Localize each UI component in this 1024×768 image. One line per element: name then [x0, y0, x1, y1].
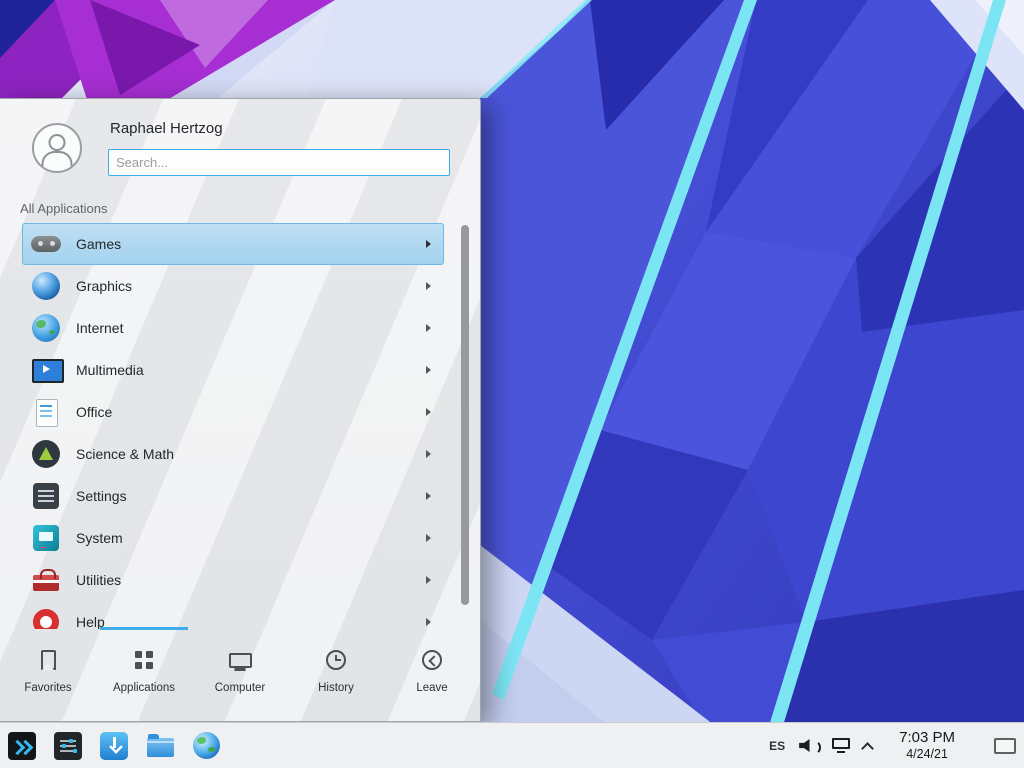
clock-time: 7:03 PM	[899, 729, 955, 747]
submenu-arrow-icon	[426, 492, 431, 500]
category-icon	[30, 438, 62, 470]
submenu-arrow-icon	[426, 324, 431, 332]
taskbar-app-icons	[0, 731, 221, 761]
app-icon	[8, 732, 36, 760]
volume-icon[interactable]	[798, 737, 819, 754]
system-tray: ES 7:03 PM 4/24/21	[769, 729, 1024, 762]
tab-icon-wrap	[41, 647, 56, 673]
tab-icon	[135, 651, 153, 669]
section-label: All Applications	[20, 201, 107, 216]
category-icon	[30, 522, 62, 554]
category-icon	[30, 354, 62, 386]
tab-icon-wrap	[326, 647, 346, 673]
app-icon	[100, 732, 128, 760]
tab-icon	[41, 650, 56, 670]
submenu-arrow-icon	[426, 618, 431, 626]
category-icon	[30, 480, 62, 512]
tab-label: Applications	[113, 682, 175, 694]
category-internet[interactable]: Internet	[22, 307, 444, 349]
tab-label: Leave	[416, 682, 447, 694]
taskbar: ES 7:03 PM 4/24/21	[0, 722, 1024, 768]
taskbar-icon-terminal[interactable]	[53, 731, 83, 761]
category-label: Science & Math	[76, 446, 174, 462]
tab-label: Computer	[215, 682, 266, 694]
submenu-arrow-icon	[426, 366, 431, 374]
scrollbar[interactable]	[461, 225, 469, 605]
category-icon	[30, 396, 62, 428]
category-label: Multimedia	[76, 362, 144, 378]
app-icon	[54, 732, 82, 760]
app-icon	[193, 732, 220, 759]
category-science[interactable]: Science & Math	[22, 433, 444, 475]
category-label: System	[76, 530, 123, 546]
taskbar-icon-kickoff[interactable]	[7, 731, 37, 761]
category-label: Internet	[76, 320, 123, 336]
launcher-tab-applications[interactable]: Applications	[96, 627, 192, 721]
launcher-tab-favorites[interactable]: Favorites	[0, 627, 96, 721]
tab-icon-wrap	[422, 647, 442, 673]
category-utilities[interactable]: Utilities	[22, 559, 444, 601]
tab-label: Favorites	[24, 682, 71, 694]
tab-icon-wrap	[135, 647, 153, 673]
category-graphics[interactable]: Graphics	[22, 265, 444, 307]
category-icon	[30, 606, 62, 629]
category-system[interactable]: System	[22, 517, 444, 559]
category-label: Games	[76, 236, 121, 252]
network-icon[interactable]	[832, 738, 850, 753]
submenu-arrow-icon	[426, 408, 431, 416]
clock-date: 4/24/21	[906, 747, 948, 762]
taskbar-icon-discover[interactable]	[99, 731, 129, 761]
tray-expander-icon[interactable]	[861, 742, 874, 755]
keyboard-layout-indicator[interactable]: ES	[769, 739, 785, 753]
submenu-arrow-icon	[426, 576, 431, 584]
category-label: Settings	[76, 488, 127, 504]
category-list: Games Graphics Internet Multimedia	[0, 223, 480, 629]
submenu-arrow-icon	[426, 534, 431, 542]
tab-label: History	[318, 682, 354, 694]
category-games[interactable]: Games	[22, 223, 444, 265]
user-name: Raphael Hertzog	[110, 120, 223, 137]
launcher-tab-leave[interactable]: Leave	[384, 627, 480, 721]
tab-icon	[326, 650, 346, 670]
app-icon	[147, 738, 174, 757]
tab-icon-wrap	[229, 647, 252, 673]
digital-clock[interactable]: 7:03 PM 4/24/21	[899, 729, 955, 762]
category-icon	[30, 228, 62, 260]
submenu-arrow-icon	[426, 282, 431, 290]
category-help[interactable]: Help	[22, 601, 444, 629]
submenu-arrow-icon	[426, 450, 431, 458]
category-icon	[30, 270, 62, 302]
category-icon	[30, 564, 62, 596]
launcher-tab-bar: Favorites Applications Computer	[0, 627, 480, 721]
launcher-tab-computer[interactable]: Computer	[192, 627, 288, 721]
show-desktop-button[interactable]	[994, 738, 1016, 754]
category-icon	[30, 312, 62, 344]
submenu-arrow-icon	[426, 240, 431, 248]
category-settings[interactable]: Settings	[22, 475, 444, 517]
taskbar-icon-folder[interactable]	[145, 731, 175, 761]
user-avatar[interactable]	[32, 123, 82, 173]
category-label: Office	[76, 404, 112, 420]
search-input[interactable]	[108, 149, 450, 176]
category-office[interactable]: Office	[22, 391, 444, 433]
taskbar-icon-globe[interactable]	[191, 731, 221, 761]
application-launcher-menu: Raphael Hertzog All Applications Games G…	[0, 98, 481, 722]
launcher-tab-history[interactable]: History	[288, 627, 384, 721]
category-multimedia[interactable]: Multimedia	[22, 349, 444, 391]
tab-icon	[229, 653, 252, 668]
category-label: Graphics	[76, 278, 132, 294]
tab-icon	[422, 650, 442, 670]
category-label: Utilities	[76, 572, 121, 588]
